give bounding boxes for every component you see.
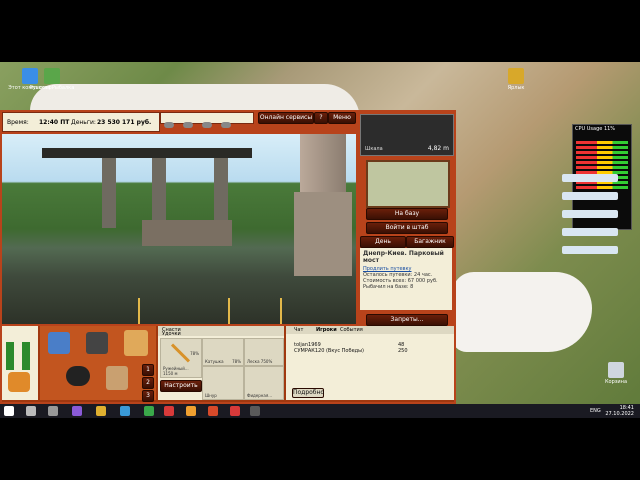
tackle-header: Снасти Удочки	[158, 326, 284, 337]
bottom-panel: 1 2 3 Снасти Удочки Ружейный... 1150 м 7…	[2, 326, 454, 402]
bucket-icon[interactable]	[8, 372, 30, 392]
player-value: 250	[398, 348, 408, 354]
location-map[interactable]	[366, 160, 450, 208]
language-indicator[interactable]: ENG	[590, 408, 601, 414]
creel-icon[interactable]	[106, 366, 128, 390]
start-button[interactable]	[4, 406, 14, 416]
bait-slot[interactable]: Фидерная...	[244, 366, 284, 400]
dog-paw-background	[452, 272, 592, 352]
game-icon	[44, 68, 60, 84]
app-icon[interactable]	[72, 406, 82, 416]
fishing-rod[interactable]	[138, 298, 140, 324]
rod-slot-1[interactable]: 1	[142, 364, 154, 376]
game-window: Время: 12:40 ПТ Деньги: 23 530 171 руб. …	[0, 110, 456, 404]
money-value: 23 530 171 руб.	[97, 119, 152, 126]
bridge-base	[142, 220, 232, 246]
gadget-slot	[562, 228, 618, 236]
time-label: Время:	[7, 119, 29, 126]
line-slot[interactable]: Леска 750%	[244, 338, 284, 366]
folder-icon	[508, 68, 524, 84]
game-taskbar-icon[interactable]	[250, 406, 260, 416]
clock[interactable]: 18:41 27.10.2022	[605, 405, 634, 417]
money-label: Деньги:	[71, 119, 96, 126]
game-time: 12:40 ПТ	[39, 119, 70, 126]
fish-icon	[183, 122, 194, 128]
app-icon[interactable]	[230, 406, 240, 416]
hook-slot[interactable]: Шнур	[202, 366, 244, 400]
tab-chat[interactable]: Чат	[294, 327, 303, 333]
tool-panel: 1 2 3	[40, 326, 156, 402]
energy-meter	[6, 342, 14, 370]
tab-players[interactable]: Игроки	[316, 327, 337, 333]
status-bar: Время: 12:40 ПТ Деньги: 23 530 171 руб.	[2, 112, 160, 132]
gadget-slot	[562, 246, 618, 254]
details-button[interactable]: Подробно	[292, 388, 324, 398]
reel-slot[interactable]: Катушка 78%	[202, 338, 244, 366]
desktop-icon-shortcut[interactable]: Ярлык	[486, 68, 546, 91]
settings-button[interactable]: Настроить	[160, 380, 202, 392]
pot-icon[interactable]	[66, 366, 90, 386]
tab-events[interactable]: События	[340, 327, 363, 333]
menu-button[interactable]: Меню	[328, 112, 356, 124]
fish-icon	[202, 122, 213, 128]
status-meters	[2, 326, 38, 400]
explorer-icon[interactable]	[96, 406, 106, 416]
right-panel: Шкала 4,82 m На базу Войти в штаб День Б…	[358, 112, 454, 326]
rod-slot-2[interactable]: 2	[142, 377, 154, 389]
rod-slot-3[interactable]: 3	[142, 390, 154, 402]
restrictions-button[interactable]: Запреты...	[366, 314, 448, 326]
recycle-bin-icon	[608, 362, 624, 378]
tackle-box-icon[interactable]	[48, 332, 70, 354]
gadget-slot	[562, 210, 618, 218]
bridge-pier-base	[294, 192, 352, 276]
app-icon[interactable]	[208, 406, 218, 416]
chat-panel: Чат Игроки События toljan1969 48 СУМРАК1…	[286, 326, 454, 400]
chat-tabs: Чат Игроки События	[286, 326, 454, 334]
rod-slot[interactable]: Ружейный... 1150 м 78%	[160, 338, 202, 378]
bridge-pillar	[102, 158, 116, 228]
fishing-rod[interactable]	[228, 298, 230, 324]
satiety-meter	[22, 342, 30, 370]
fish-count: Рыбачил на базе: 8	[363, 284, 414, 290]
desktop-icon-game[interactable]: Русская Рыбалка	[22, 68, 82, 91]
cpu-title: CPU Usage 11%	[575, 126, 616, 132]
taskbar: ENG 18:41 27.10.2022	[0, 404, 640, 418]
online-services-button[interactable]: Онлайн сервисы	[258, 112, 314, 124]
notebook-icon[interactable]	[124, 330, 148, 356]
fish-icon	[221, 122, 232, 128]
browser-icon[interactable]	[120, 406, 130, 416]
player-name[interactable]: СУМРАК120 (Вкус Победы)	[294, 348, 364, 354]
search-icon[interactable]	[26, 406, 36, 416]
tab-day[interactable]: День	[360, 236, 406, 248]
rod-icon	[170, 343, 191, 363]
depth-map[interactable]: Шкала 4,82 m	[360, 114, 454, 156]
fishing-rod[interactable]	[280, 298, 282, 324]
tab-luggage[interactable]: Багажник	[406, 236, 454, 248]
bridge-deck	[42, 148, 252, 158]
fish-icon	[164, 122, 174, 128]
cooler-icon[interactable]	[86, 332, 108, 354]
fishing-scene[interactable]	[2, 134, 356, 324]
depth-map-label: Шкала	[365, 146, 383, 152]
task-view-icon[interactable]	[48, 406, 58, 416]
help-button[interactable]: ?	[314, 112, 328, 124]
app-icon[interactable]	[144, 406, 154, 416]
gadget-slot	[562, 192, 618, 200]
app-icon[interactable]	[186, 406, 196, 416]
gadget-slot	[562, 174, 618, 182]
app-icon[interactable]	[164, 406, 174, 416]
distance-value: 4,82 m	[427, 145, 449, 152]
location-info: Днепр-Киев. Парковый мост Продлить путев…	[360, 248, 452, 310]
headquarters-button[interactable]: Войти в штаб	[366, 222, 448, 234]
desktop-icon-recycle[interactable]: Корзина	[586, 362, 640, 385]
to-base-button[interactable]: На базу	[366, 208, 448, 220]
location-title: Днепр-Киев. Парковый мост	[363, 250, 444, 264]
caught-fish-bar	[160, 112, 254, 128]
tackle-panel: Снасти Удочки Ружейный... 1150 м 78% Кат…	[158, 326, 284, 400]
